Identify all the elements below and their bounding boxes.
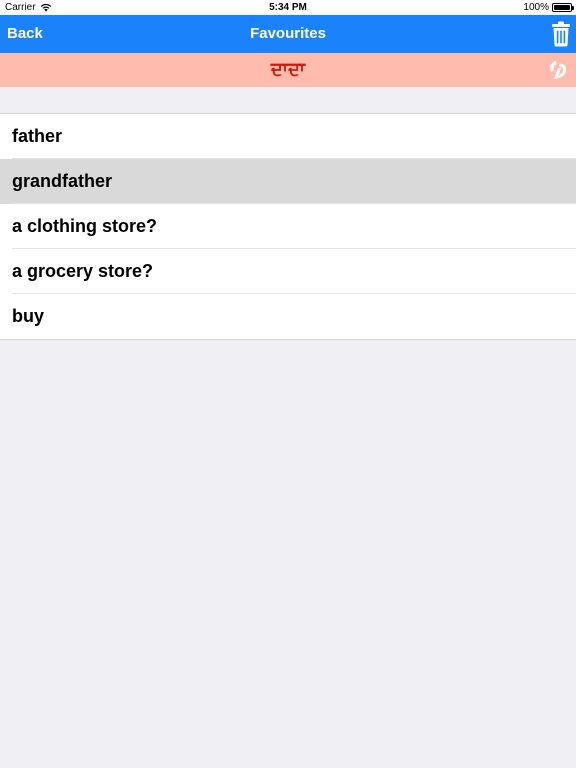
page-title: Favourites	[250, 25, 326, 42]
translation-bar: ਦਾਦਾ	[0, 53, 576, 87]
list-item-label: father	[12, 126, 63, 146]
favourites-list: father grandfather a clothing store? a groc…	[0, 113, 576, 340]
translation-text: ਦਾਦਾ	[270, 59, 306, 79]
trash-icon[interactable]	[551, 21, 571, 47]
list-item-label: a grocery store?	[12, 261, 154, 281]
list-item[interactable]: father	[0, 114, 576, 159]
list-item[interactable]: grandfather	[0, 159, 576, 204]
list-item-label: buy	[12, 306, 45, 326]
speak-icon[interactable]	[546, 57, 572, 83]
battery-icon	[552, 3, 574, 12]
list-item[interactable]: buy	[0, 294, 576, 339]
status-time: 5:34 PM	[269, 2, 307, 13]
status-bar: Carrier 5:34 PM 100%	[0, 0, 576, 15]
battery-group: 100%	[523, 2, 574, 13]
battery-percent: 100%	[523, 2, 549, 13]
list-item-label: a clothing store?	[12, 216, 158, 236]
list-item-label: grandfather	[12, 171, 113, 191]
navigation-bar: Back Favourites	[0, 15, 576, 53]
list-item[interactable]: a grocery store?	[0, 249, 576, 294]
list-item[interactable]: a clothing store?	[0, 204, 576, 249]
